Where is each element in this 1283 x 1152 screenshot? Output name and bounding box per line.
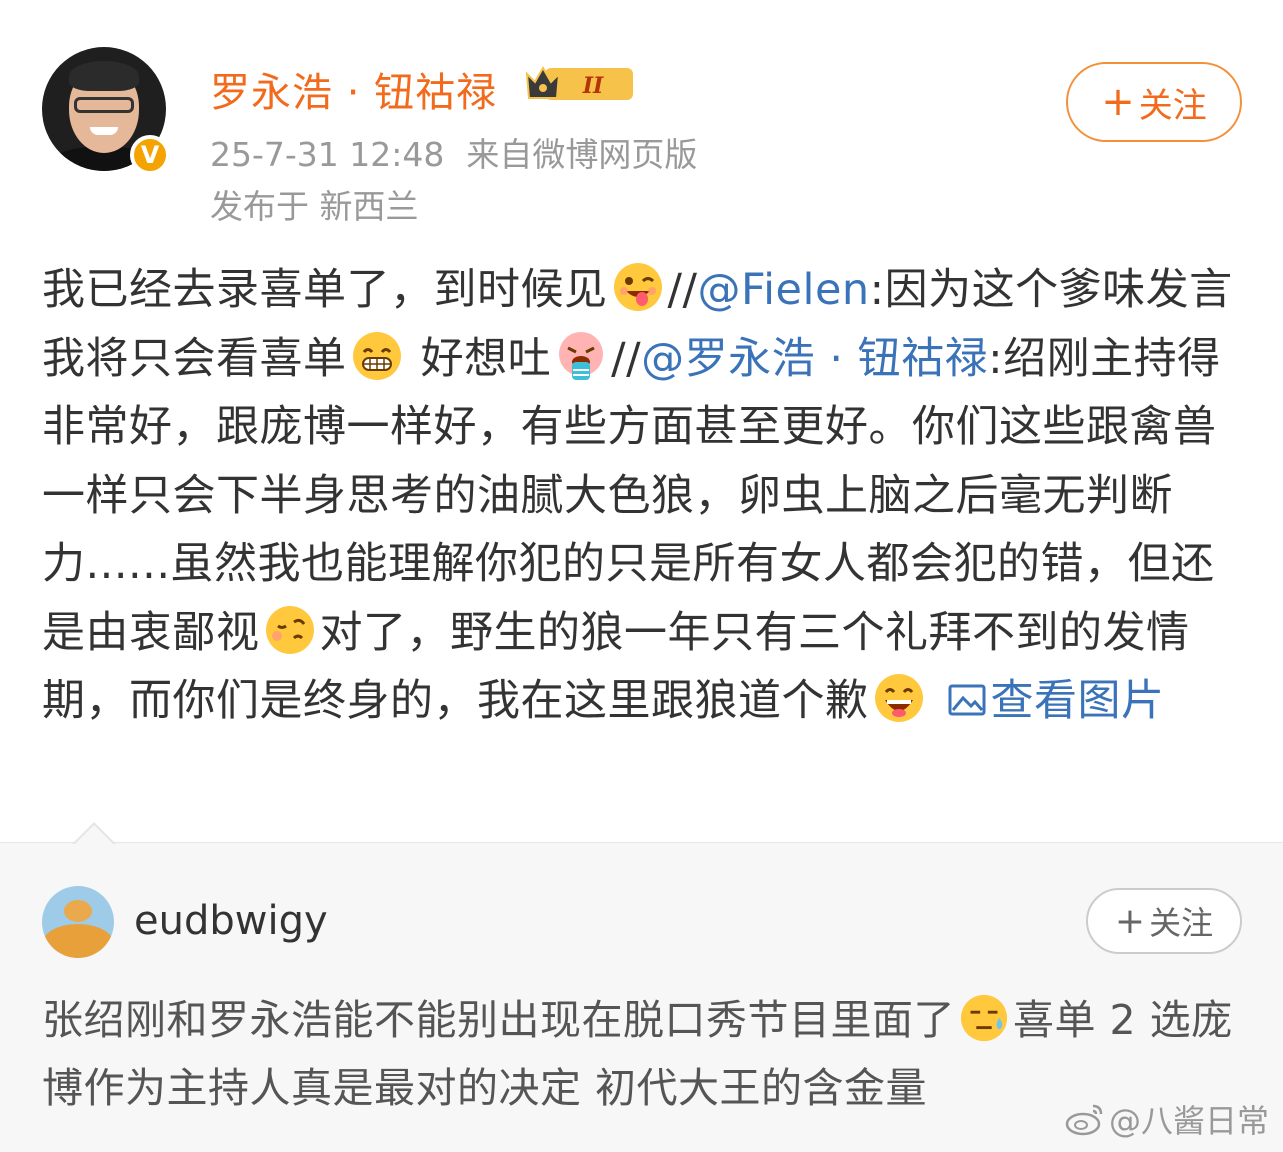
tongue-wink-emoji-icon xyxy=(613,263,662,311)
post-meta: 25-7-31 12:48 来自微博网页版 xyxy=(210,128,697,176)
mention-link[interactable]: @罗永浩 · 钮祜禄 xyxy=(641,334,988,384)
comment-username[interactable]: eudbwigy xyxy=(134,898,328,944)
weibo-logo-icon xyxy=(1065,1104,1103,1136)
image-icon xyxy=(948,684,985,716)
follow-label: 关注 xyxy=(1138,85,1207,126)
post-source[interactable]: 来自微博网页版 xyxy=(466,135,697,174)
vomit-emoji-icon xyxy=(559,331,604,380)
comment-avatar[interactable] xyxy=(42,886,114,958)
crown-level-badge-icon: II xyxy=(525,65,633,100)
laugh-emoji-icon xyxy=(874,674,923,722)
comment-text-part: 张绍刚和罗永浩能不能别出现在脱口秀节目里面了 xyxy=(42,996,955,1044)
post-location: 发布于 新西兰 xyxy=(210,187,419,226)
view-images-link[interactable]: 查看图片 xyxy=(947,676,1165,726)
comment-follow-button[interactable]: + 关注 xyxy=(1086,888,1242,954)
post-card: V 罗永浩 · 钮祜禄 II 25-7-31 12:48 来自微博网页版 发布于 … xyxy=(0,0,1283,842)
author-name[interactable]: 罗永浩 · 钮祜禄 xyxy=(210,60,497,118)
sly-emoji-icon xyxy=(265,605,314,654)
view-images-label: 查看图片 xyxy=(990,676,1165,726)
watermark-text: @八酱日常 xyxy=(1108,1102,1269,1140)
post-text: 好想吐 xyxy=(406,333,552,384)
follow-label: 关注 xyxy=(1149,904,1214,942)
plus-icon: + xyxy=(1101,79,1135,125)
repost-separator: // xyxy=(667,265,698,315)
comment-text: 张绍刚和罗永浩能不能别出现在脱口秀节目里面了 喜单 2 选庞博作为主持人真是最对的… xyxy=(42,986,1242,1122)
post-body: 我已经去录喜单了，到时候见//@Fielen:因为这个爹味发言我将只会看喜单 好… xyxy=(42,256,1242,736)
verified-badge-icon: V xyxy=(130,135,170,175)
author-avatar[interactable]: V xyxy=(42,47,170,175)
watermark: @八酱日常 xyxy=(1065,1096,1269,1142)
grin-emoji-icon xyxy=(352,331,401,380)
follow-button[interactable]: + 关注 xyxy=(1066,62,1242,142)
plus-icon: + xyxy=(1114,900,1146,942)
level-badge-text: II xyxy=(582,73,604,99)
repost-separator: // xyxy=(611,333,642,384)
post-text: 我已经去录喜单了，到时候见 xyxy=(42,265,608,315)
post-date: 25-7-31 12:48 xyxy=(210,135,445,174)
sweat-emoji-icon xyxy=(960,994,1008,1042)
mention-link[interactable]: @Fielen xyxy=(697,265,869,315)
